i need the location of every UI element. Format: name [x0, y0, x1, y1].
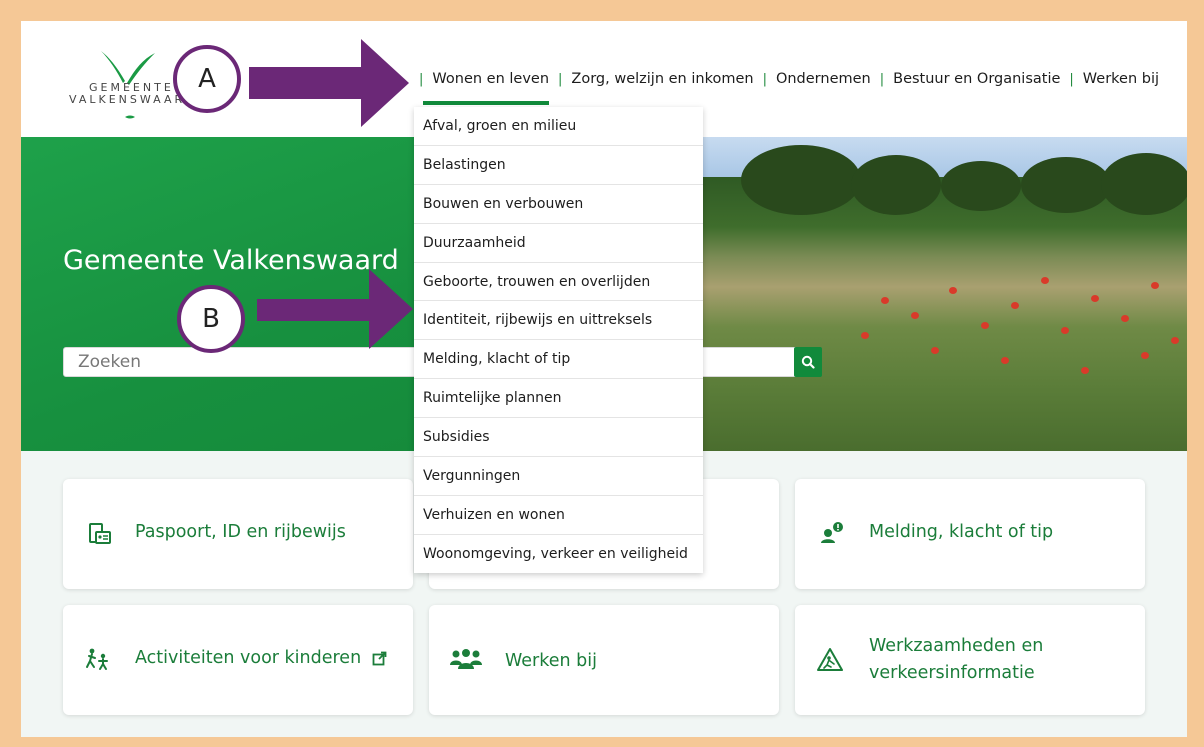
page-frame: GEMEENTE VALKENSWAARD | Wonen en leven |…	[21, 21, 1187, 737]
dropdown-item-ruimtelijke-plannen[interactable]: Ruimtelijke plannen	[414, 379, 703, 419]
card-werkzaamheden-label-line2: verkeersinformatie	[869, 663, 1035, 683]
card-paspoort[interactable]: Paspoort, ID en rijbewijs	[63, 479, 413, 589]
children-icon	[86, 648, 108, 670]
dropdown-item-melding[interactable]: Melding, klacht of tip	[414, 340, 703, 380]
nav-separator: |	[1069, 71, 1074, 87]
dropdown-item-vergunningen[interactable]: Vergunningen	[414, 457, 703, 496]
card-werken-bij-label: Werken bij	[505, 651, 598, 671]
nav-item-ondernemen[interactable]: Ondernemen	[773, 71, 874, 87]
card-melding-label: Melding, klacht of tip	[869, 522, 1054, 542]
external-link-icon	[372, 651, 387, 666]
card-kinderen[interactable]: Activiteiten voor kinderen	[63, 605, 413, 715]
dropdown-item-geboorte[interactable]: Geboorte, trouwen en overlijden	[414, 263, 703, 302]
wonen-en-leven-dropdown: Afval, groen en milieu Belastingen Bouwe…	[414, 107, 703, 573]
nav-item-werken-bij[interactable]: Werken bij	[1080, 71, 1162, 87]
nav-active-indicator	[423, 101, 549, 105]
annotation-arrow-b	[257, 269, 413, 349]
dropdown-item-afval[interactable]: Afval, groen en milieu	[414, 107, 703, 146]
nav-item-zorg[interactable]: Zorg, welzijn en inkomen	[568, 71, 756, 87]
dropdown-item-woonomgeving[interactable]: Woonomgeving, verkeer en veiligheid	[414, 535, 703, 574]
id-card-icon	[89, 523, 111, 544]
annotation-marker-a: A	[173, 45, 241, 113]
roadwork-warning-icon	[817, 648, 843, 671]
dropdown-item-subsidies[interactable]: Subsidies	[414, 418, 703, 458]
people-group-icon	[450, 649, 482, 669]
dropdown-item-identiteit[interactable]: Identiteit, rijbewijs en uittreksels	[414, 301, 703, 341]
card-melding[interactable]: Melding, klacht of tip	[795, 479, 1145, 589]
card-paspoort-label: Paspoort, ID en rijbewijs	[135, 522, 346, 542]
dropdown-item-belastingen[interactable]: Belastingen	[414, 146, 703, 185]
hero-photo-poppy-field	[681, 137, 1187, 451]
card-kinderen-label: Activiteiten voor kinderen	[135, 648, 362, 668]
dropdown-item-verhuizen[interactable]: Verhuizen en wonen	[414, 496, 703, 535]
search-icon	[801, 355, 815, 369]
card-werkzaamheden[interactable]: Werkzaamheden en verkeersinformatie	[795, 605, 1145, 715]
report-person-icon	[821, 522, 843, 543]
dropdown-item-bouwen[interactable]: Bouwen en verbouwen	[414, 185, 703, 224]
site-logo[interactable]: GEMEENTE VALKENSWAARD	[65, 45, 194, 125]
nav-separator: |	[762, 71, 767, 87]
nav-item-bestuur[interactable]: Bestuur en Organisatie	[890, 71, 1063, 87]
main-nav: | Wonen en leven | Zorg, welzijn en inko…	[413, 71, 1162, 105]
nav-separator: |	[558, 71, 563, 87]
dropdown-item-duurzaamheid[interactable]: Duurzaamheid	[414, 224, 703, 263]
annotation-marker-b: B	[177, 285, 245, 353]
nav-item-wonen-en-leven[interactable]: Wonen en leven	[429, 71, 552, 87]
card-werken-bij[interactable]: Werken bij	[429, 605, 779, 715]
nav-separator: |	[879, 71, 885, 87]
nav-separator: |	[419, 71, 424, 87]
annotation-arrow-a	[249, 39, 409, 127]
search-button[interactable]	[794, 347, 822, 377]
card-werkzaamheden-label-line1: Werkzaamheden en	[869, 636, 1044, 656]
